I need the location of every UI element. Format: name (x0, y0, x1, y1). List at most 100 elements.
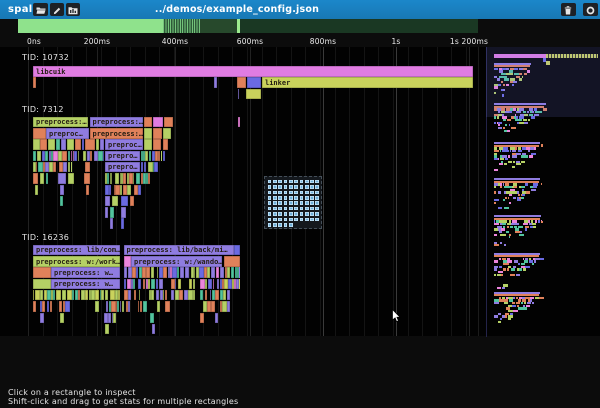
flame-span[interactable] (152, 324, 156, 335)
flame-span[interactable] (85, 162, 90, 173)
flame-span[interactable] (144, 139, 152, 150)
flame-span[interactable]: prepro… (105, 162, 140, 173)
flame-span[interactable] (238, 89, 240, 100)
flame-span[interactable] (234, 245, 240, 256)
flame-span[interactable] (86, 185, 90, 196)
flame-span[interactable]: preproc… (46, 128, 89, 139)
selection-cell (268, 201, 272, 205)
flame-rect (227, 301, 230, 312)
flame-rect (38, 162, 43, 173)
flame-rect (213, 279, 214, 290)
flame-span[interactable]: preprocess: w… (51, 267, 120, 278)
selection-cell (284, 201, 288, 205)
flame-span[interactable] (121, 196, 129, 207)
flame-span[interactable] (130, 196, 135, 207)
flame-span[interactable]: libcuik (33, 66, 473, 77)
minimap-rect (531, 116, 535, 118)
flame-rect (205, 290, 206, 301)
flame-span[interactable] (56, 139, 61, 150)
flame-span[interactable] (247, 77, 261, 88)
flame-span[interactable] (144, 117, 152, 128)
selection-cell (284, 223, 288, 227)
flame-span[interactable] (40, 313, 44, 324)
flame-span[interactable] (163, 128, 171, 139)
minimap-rect (494, 234, 497, 236)
flame-span[interactable] (153, 117, 163, 128)
flame-span[interactable] (105, 324, 109, 335)
flame-span[interactable] (48, 139, 56, 150)
flame-span[interactable] (214, 77, 217, 88)
status-line-2: Shift-click and drag to get stats for mu… (8, 397, 238, 406)
flame-rect (200, 279, 205, 290)
minimap-rect (531, 189, 535, 191)
flame-rect (184, 290, 188, 301)
flame-span[interactable] (33, 279, 51, 290)
minimap-rect (509, 236, 511, 238)
flame-span[interactable] (163, 151, 166, 162)
flame-span[interactable] (33, 139, 40, 150)
flame-span[interactable]: preprocess: w:/wando… (131, 256, 222, 267)
flame-span[interactable] (164, 117, 174, 128)
flame-span[interactable] (58, 173, 67, 184)
flame-span[interactable] (215, 313, 219, 324)
flame-span[interactable] (105, 207, 108, 218)
flame-span[interactable] (110, 218, 114, 229)
flame-span[interactable]: preprocess:… (33, 117, 88, 128)
flame-span[interactable] (163, 139, 168, 150)
flame-span[interactable] (40, 173, 45, 184)
flame-span[interactable] (61, 139, 67, 150)
flame-span[interactable] (100, 139, 105, 150)
flame-span[interactable] (105, 196, 110, 207)
flame-span[interactable]: prepro… (105, 151, 140, 162)
flame-span[interactable] (144, 128, 153, 139)
flame-span[interactable] (153, 139, 162, 150)
flame-rect (128, 301, 130, 312)
flame-span[interactable]: preprocess:… (90, 117, 144, 128)
flame-span[interactable] (75, 139, 81, 150)
settings-button[interactable] (583, 3, 598, 16)
selection-region[interactable] (264, 176, 322, 230)
flame-span[interactable] (238, 117, 240, 128)
flame-span[interactable] (153, 128, 162, 139)
flame-span[interactable] (60, 313, 64, 324)
flame-span[interactable] (237, 77, 246, 88)
selection-cell (278, 196, 282, 200)
flame-span[interactable] (165, 301, 170, 312)
flame-span[interactable] (246, 89, 261, 100)
flame-span[interactable] (33, 173, 38, 184)
flame-span[interactable] (40, 139, 47, 150)
flame-span[interactable] (82, 139, 85, 150)
flame-span[interactable]: preprocess: w:/work… (33, 256, 120, 267)
flame-span[interactable]: preproc… (105, 139, 143, 150)
flame-span[interactable] (121, 218, 125, 229)
flame-span[interactable] (96, 139, 100, 150)
selection-cell (284, 196, 288, 200)
flame-span[interactable] (112, 196, 119, 207)
flame-span[interactable] (33, 77, 36, 88)
flame-span[interactable] (60, 185, 65, 196)
flame-span[interactable] (124, 256, 131, 267)
minimap-rect (535, 297, 539, 299)
flame-span[interactable] (33, 128, 46, 139)
flame-span[interactable]: preprocess:… (90, 128, 144, 139)
flame-span[interactable] (68, 173, 75, 184)
flame-span[interactable]: preprocess: lib/back/mi… (124, 245, 234, 256)
flame-span[interactable] (60, 196, 64, 207)
flame-span[interactable]: preprocess: w… (51, 279, 120, 290)
flame-span[interactable]: linker (262, 77, 473, 88)
flame-span[interactable] (121, 207, 127, 218)
flame-span[interactable] (85, 139, 95, 150)
flame-span[interactable] (224, 256, 240, 267)
flame-span[interactable] (110, 207, 115, 218)
flame-span[interactable] (150, 313, 154, 324)
flame-span[interactable] (33, 267, 51, 278)
flame-span[interactable] (84, 173, 90, 184)
flame-span[interactable] (46, 173, 49, 184)
trash-button[interactable] (561, 3, 576, 16)
flame-span[interactable] (200, 313, 204, 324)
flame-span[interactable] (67, 139, 75, 150)
flame-rect (143, 301, 147, 312)
selection-cell (300, 191, 304, 195)
flame-span[interactable]: preprocess: lib/com… (33, 245, 120, 256)
flame-span[interactable] (35, 185, 39, 196)
